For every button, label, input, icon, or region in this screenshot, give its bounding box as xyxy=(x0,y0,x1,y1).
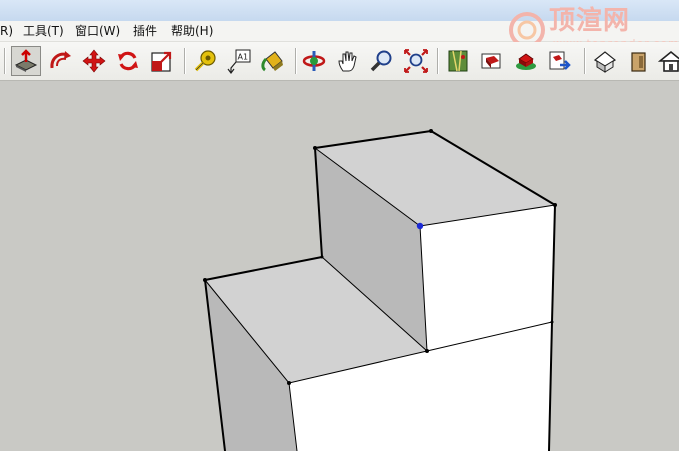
text-tool-button[interactable]: A1 xyxy=(224,46,254,76)
house-iso-icon xyxy=(593,51,617,73)
stair-model[interactable] xyxy=(0,81,679,451)
move-icon xyxy=(82,49,106,73)
paint-bucket-button[interactable] xyxy=(258,46,288,76)
zoom-magnifier-icon xyxy=(370,50,392,72)
rotate-icon xyxy=(118,51,138,71)
toolbar-separator xyxy=(4,48,6,74)
home-icon xyxy=(658,50,679,72)
pan-hand-icon xyxy=(338,51,357,72)
model-viewport[interactable] xyxy=(0,81,679,451)
components-icon xyxy=(516,53,536,70)
follow-me-button[interactable] xyxy=(45,46,75,76)
toolbar-separator xyxy=(295,48,297,74)
export-button[interactable] xyxy=(545,46,575,76)
export-icon xyxy=(549,51,571,70)
menu-help[interactable]: 帮助(H) xyxy=(171,24,213,38)
tape-measure-icon xyxy=(194,50,216,72)
orbit-icon xyxy=(302,51,326,71)
menu-window[interactable]: 窗口(W) xyxy=(75,24,120,38)
share-model-icon xyxy=(481,53,501,69)
svg-text:A1: A1 xyxy=(238,53,249,62)
zoom-button[interactable] xyxy=(367,46,397,76)
menu-partial-item[interactable]: R) xyxy=(0,24,13,38)
share-model-button[interactable] xyxy=(477,46,507,76)
follow-me-icon xyxy=(50,51,71,69)
components-button[interactable] xyxy=(511,46,541,76)
zoom-extents-button[interactable] xyxy=(401,46,431,76)
menu-plugins[interactable]: 插件 xyxy=(133,24,157,38)
selected-vertex[interactable] xyxy=(416,222,424,230)
watermark-title: 顶渲网 xyxy=(549,6,631,36)
toolbar-separator xyxy=(584,48,586,74)
orbit-button[interactable] xyxy=(299,46,329,76)
iso-view-button[interactable] xyxy=(590,46,620,76)
front-view-icon xyxy=(631,52,646,72)
toolbar-separator xyxy=(437,48,439,74)
scale-button[interactable] xyxy=(147,46,177,76)
front-view-button[interactable] xyxy=(624,46,654,76)
tape-measure-button[interactable] xyxy=(190,46,220,76)
push-pull-icon xyxy=(14,49,38,72)
move-button[interactable] xyxy=(79,46,109,76)
push-pull-button[interactable] xyxy=(11,46,41,76)
zoom-extents-icon xyxy=(404,49,428,73)
map-icon xyxy=(448,50,468,72)
warehouse-button[interactable] xyxy=(443,46,473,76)
paint-bucket-icon xyxy=(261,51,283,72)
main-toolbar: A1 xyxy=(0,42,679,81)
menu-tools[interactable]: 工具(T) xyxy=(23,24,64,38)
scale-icon xyxy=(151,51,172,72)
text-label-icon: A1 xyxy=(227,49,251,74)
toolbar-separator xyxy=(184,48,186,74)
home-view-button[interactable] xyxy=(656,46,679,76)
pan-button[interactable] xyxy=(333,46,363,76)
rotate-button[interactable] xyxy=(113,46,143,76)
